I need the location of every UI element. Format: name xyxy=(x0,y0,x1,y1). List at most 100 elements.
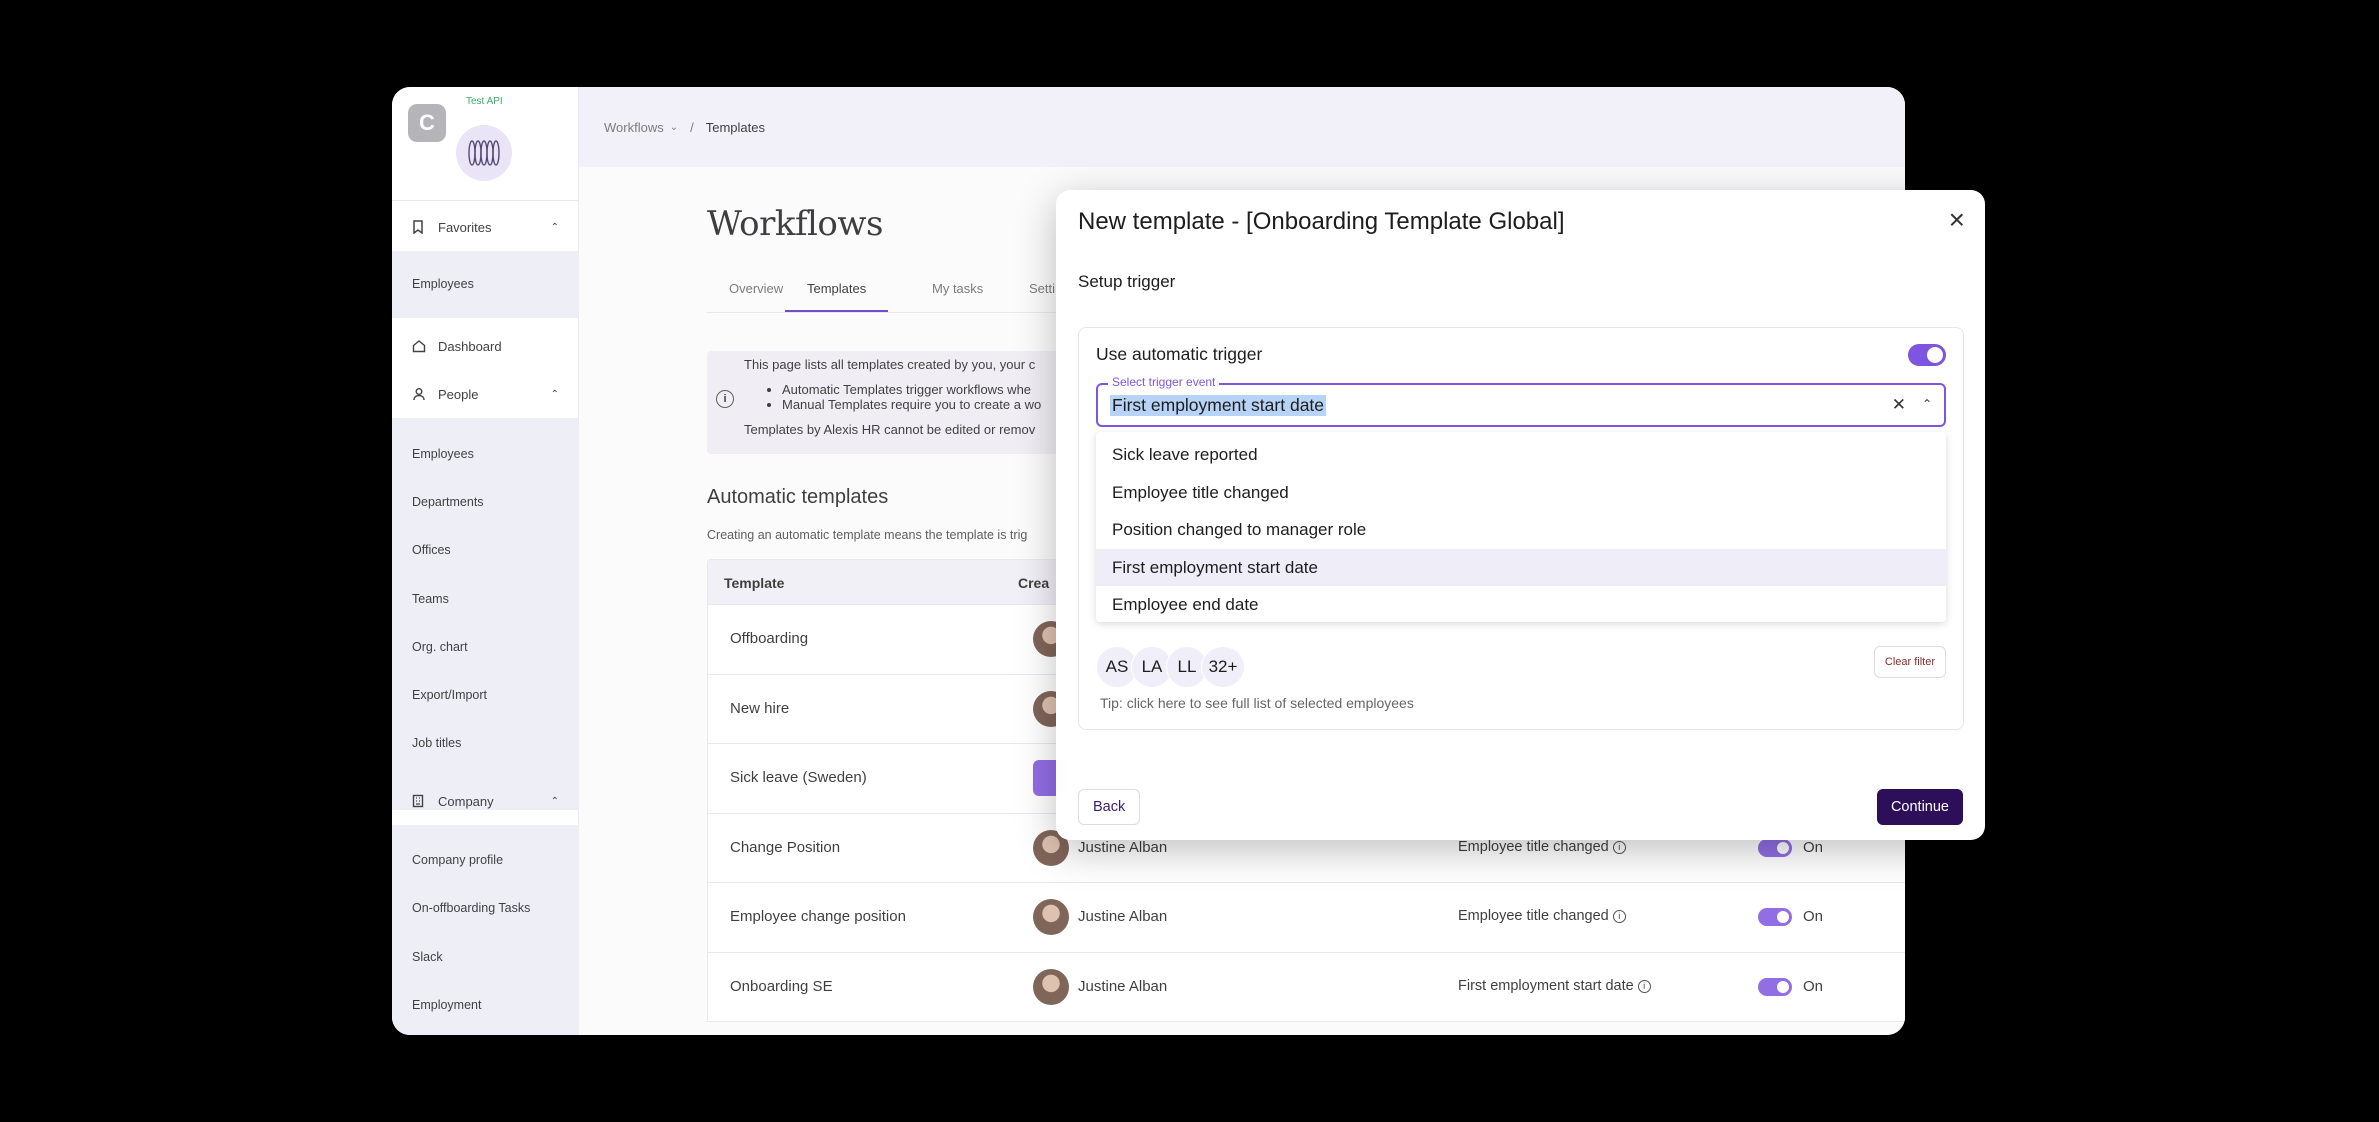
trigger-label: First employment start date xyxy=(1458,977,1634,994)
template-toggle[interactable] xyxy=(1758,977,1792,996)
breadcrumb-separator: / xyxy=(690,119,694,135)
trigger-event-dropdown: Sick leave reported Employee title chang… xyxy=(1096,432,1946,622)
modal-title: New template - [Onboarding Template Glob… xyxy=(1078,208,1565,235)
tab-templates[interactable]: Templates xyxy=(785,281,889,312)
sidebar-divider xyxy=(392,200,579,201)
back-button[interactable]: Back xyxy=(1078,789,1141,825)
sidebar-item-departments[interactable]: Departments xyxy=(412,495,484,509)
select-value[interactable]: First employment start date xyxy=(1110,395,1327,416)
building-icon xyxy=(412,794,430,808)
creator-name: Justine Alban xyxy=(1078,838,1168,856)
dropdown-option-selected[interactable]: First employment start date xyxy=(1096,548,1946,586)
sidebar-item-job-titles[interactable]: Job titles xyxy=(412,736,461,750)
tab-overview[interactable]: Overview xyxy=(729,281,783,310)
tab-my-tasks[interactable]: My tasks xyxy=(932,281,983,310)
chevron-up-icon: ⌃ xyxy=(550,795,559,807)
info-icon: i xyxy=(716,390,734,408)
sidebar-item-export-import[interactable]: Export/Import xyxy=(412,688,487,702)
clear-icon[interactable]: ✕ xyxy=(1892,395,1906,415)
avatar xyxy=(1033,968,1069,1005)
dropdown-option[interactable]: Employee end date xyxy=(1096,586,1946,624)
trigger-event-select[interactable]: Select trigger event First employment st… xyxy=(1096,375,1946,427)
app-logo-icon[interactable]: C xyxy=(408,104,446,142)
section-description: Creating an automatic template means the… xyxy=(707,528,1028,542)
trigger-label: Employee title changed xyxy=(1458,908,1609,924)
template-toggle[interactable] xyxy=(1758,908,1792,926)
chevron-up-icon: ⌃ xyxy=(550,388,559,400)
sidebar: C Test API Favorites ⌃ Employees Dashboa… xyxy=(392,87,579,1035)
home-icon xyxy=(412,339,430,353)
trigger-event: Employee title changed i xyxy=(1458,839,1626,855)
sidebar-section-company[interactable]: Company ⌃ xyxy=(392,777,579,825)
close-icon[interactable]: × xyxy=(1949,206,1965,234)
trigger-event: Employee title changed i xyxy=(1458,908,1626,924)
sidebar-section-label: Company xyxy=(438,793,494,809)
dropdown-option[interactable]: Position changed to manager role xyxy=(1096,511,1946,549)
employee-chip-more[interactable]: 32+ xyxy=(1201,646,1245,688)
template-name: Offboarding xyxy=(730,630,809,647)
new-template-modal: New template - [Onboarding Template Glob… xyxy=(1056,190,1985,840)
sidebar-item-employees[interactable]: Employees xyxy=(412,447,474,461)
avatar xyxy=(1033,899,1069,935)
sidebar-item-onoffboarding-tasks[interactable]: On-offboarding Tasks xyxy=(412,901,530,915)
template-name: Sick leave (Sweden) xyxy=(730,769,867,786)
continue-button[interactable]: Continue xyxy=(1876,789,1963,825)
breadcrumb-current: Templates xyxy=(705,119,765,135)
info-icon[interactable]: i xyxy=(1637,979,1651,993)
dropdown-option[interactable]: Employee title changed xyxy=(1096,474,1946,512)
sidebar-item-org-chart[interactable]: Org. chart xyxy=(412,640,468,654)
column-header-template[interactable]: Template xyxy=(724,575,784,591)
info-icon[interactable]: i xyxy=(1612,910,1626,923)
auto-trigger-toggle[interactable] xyxy=(1908,344,1946,366)
sidebar-item-teams[interactable]: Teams xyxy=(412,592,449,606)
auto-trigger-label: Use automatic trigger xyxy=(1096,344,1263,364)
tab-settings[interactable]: Setti xyxy=(1029,281,1055,310)
dropdown-option[interactable]: Sick leave reported xyxy=(1096,436,1946,474)
sidebar-section-label: People xyxy=(438,386,479,402)
trigger-event: First employment start date i xyxy=(1458,978,1651,994)
toggle-state: On xyxy=(1803,838,1824,856)
sidebar-item-label: Dashboard xyxy=(438,338,502,354)
breadcrumb: Workflows ⌄ / Templates xyxy=(579,87,1905,167)
sidebar-section-people[interactable]: People ⌃ xyxy=(392,370,579,418)
trigger-card: Use automatic trigger Select trigger eve… xyxy=(1078,327,1964,730)
table-row[interactable]: Onboarding SE Justine Alban First employ… xyxy=(707,952,1905,1022)
sidebar-item-offices[interactable]: Offices xyxy=(412,543,451,557)
table-row[interactable]: Employee change position Justine Alban E… xyxy=(707,883,1905,953)
sidebar-section-label: Favorites xyxy=(438,219,492,235)
template-name: Onboarding SE xyxy=(730,977,833,995)
toggle-state: On xyxy=(1803,908,1824,925)
sidebar-item-favorite-employees[interactable]: Employees xyxy=(412,277,474,291)
people-group xyxy=(392,418,579,810)
chevron-up-icon: ⌃ xyxy=(550,221,559,233)
clear-filter-button[interactable]: Clear filter xyxy=(1873,646,1946,678)
sidebar-item-dashboard[interactable]: Dashboard xyxy=(392,322,579,370)
breadcrumb-root[interactable]: Workflows xyxy=(604,120,664,135)
company-logo-icon xyxy=(456,125,512,181)
modal-subtitle: Setup trigger xyxy=(1078,272,1176,291)
select-label: Select trigger event xyxy=(1108,375,1220,389)
creator-name: Justine Alban xyxy=(1078,977,1168,995)
toggle-state: On xyxy=(1803,977,1824,995)
section-title: Automatic templates xyxy=(707,486,889,508)
sidebar-item-employment[interactable]: Employment xyxy=(412,998,481,1012)
sidebar-section-favorites[interactable]: Favorites ⌃ xyxy=(392,203,579,251)
api-environment-label: Test API xyxy=(466,96,503,107)
chevron-down-icon[interactable]: ⌄ xyxy=(670,122,678,133)
sidebar-item-company-profile[interactable]: Company profile xyxy=(412,853,503,867)
chevron-up-icon[interactable]: ⌃ xyxy=(1922,397,1932,411)
employees-tip[interactable]: Tip: click here to see full list of sele… xyxy=(1100,695,1414,711)
template-name: Change Position xyxy=(730,838,841,856)
employee-chips[interactable]: AS LA LL 32+ xyxy=(1096,646,1245,688)
bookmark-icon xyxy=(412,220,430,234)
trigger-label: Employee title changed xyxy=(1458,838,1609,855)
sidebar-item-slack[interactable]: Slack xyxy=(412,950,443,964)
template-toggle[interactable] xyxy=(1758,838,1792,857)
template-name: Employee change position xyxy=(730,908,906,925)
page-title: Workflows xyxy=(707,204,883,244)
user-icon xyxy=(412,387,430,401)
creator-name: Justine Alban xyxy=(1078,908,1168,925)
column-header-created-by[interactable]: Crea xyxy=(1018,575,1049,591)
info-icon[interactable]: i xyxy=(1612,840,1626,854)
template-name: New hire xyxy=(730,699,790,717)
